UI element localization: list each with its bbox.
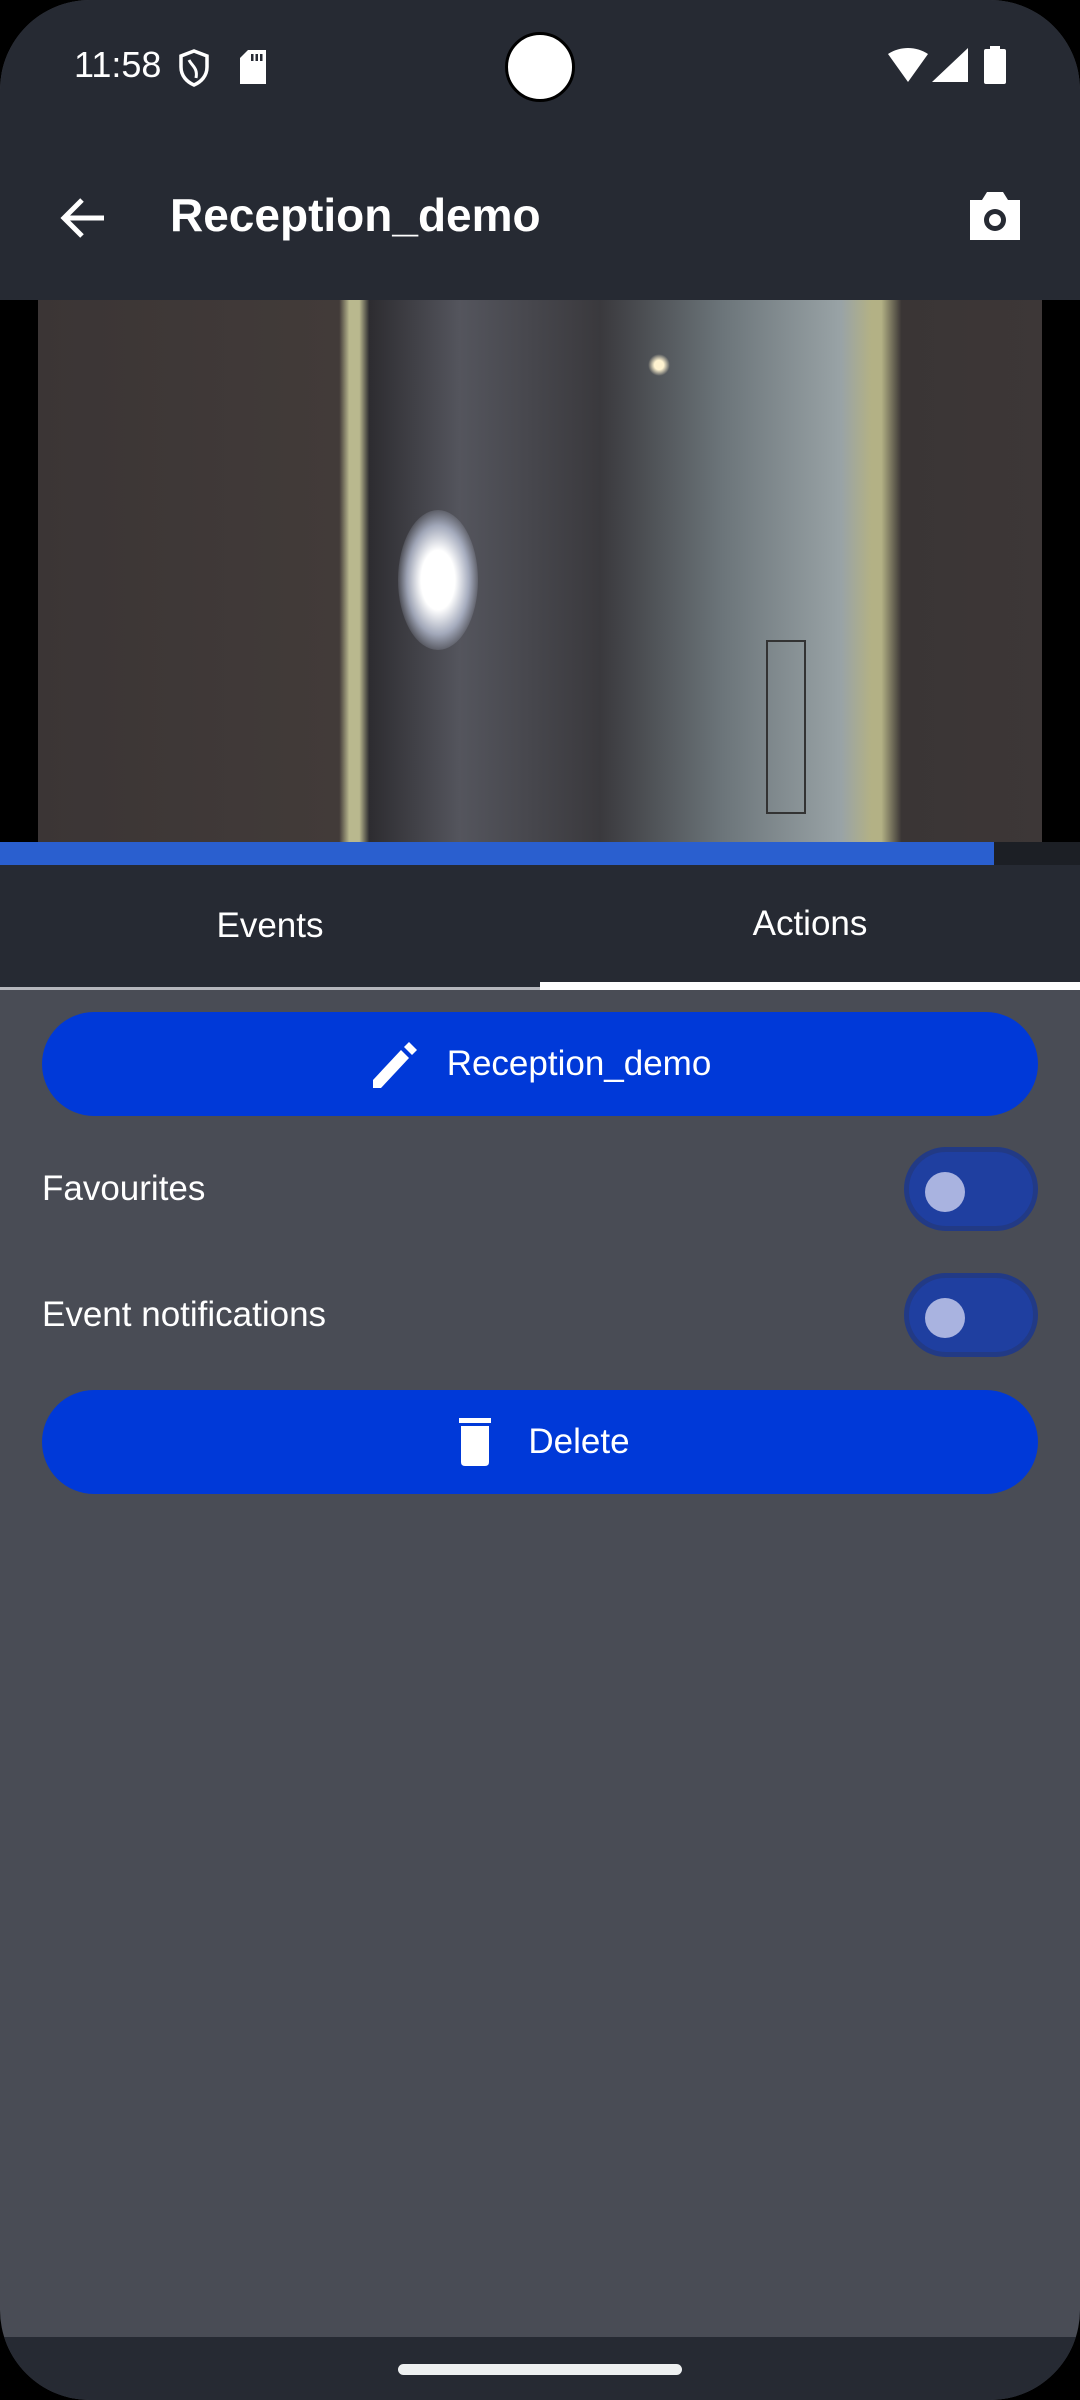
video-progress-bar[interactable]	[0, 842, 1080, 865]
tab-actions[interactable]: Actions	[540, 865, 1080, 990]
sd-card-icon	[240, 50, 266, 84]
tab-events[interactable]: Events	[0, 865, 540, 990]
delete-button-label: Delete	[528, 1422, 630, 1461]
event-notifications-label: Event notifications	[42, 1295, 327, 1334]
video-frame	[38, 300, 1042, 842]
status-bar: 11:58	[0, 0, 1080, 130]
event-notifications-toggle[interactable]	[904, 1273, 1038, 1357]
favourites-row: Favourites	[42, 1147, 1038, 1237]
rename-button-label: Reception_demo	[446, 1044, 712, 1083]
wifi-icon	[888, 48, 928, 82]
rename-button[interactable]: Reception_demo	[42, 1012, 1038, 1116]
toggle-knob	[925, 1298, 965, 1338]
video-door-panel	[766, 640, 806, 814]
camera-icon[interactable]	[966, 188, 1024, 244]
video-light-glare	[398, 510, 478, 650]
tab-bar: Events Actions	[0, 865, 1080, 990]
app-bar: Reception_demo	[0, 130, 1080, 300]
signal-icon	[932, 48, 968, 82]
home-gesture-handle[interactable]	[398, 2364, 682, 2375]
event-notifications-row: Event notifications	[42, 1273, 1038, 1363]
pencil-icon	[372, 1042, 417, 1088]
status-time: 11:58	[74, 44, 162, 85]
screen: 11:58 Reception_demo Events Actions Rece…	[0, 0, 1080, 2400]
favourites-label: Favourites	[42, 1169, 206, 1208]
vpn-shield-icon	[179, 49, 209, 87]
favourites-toggle[interactable]	[904, 1147, 1038, 1231]
trash-icon	[459, 1418, 492, 1466]
arrow-back-icon[interactable]	[56, 190, 112, 246]
video-player[interactable]	[0, 300, 1080, 842]
front-camera-cutout	[505, 32, 575, 102]
toggle-knob	[925, 1172, 965, 1212]
page-title: Reception_demo	[170, 189, 541, 241]
battery-icon	[984, 46, 1006, 84]
video-ceiling-light	[648, 354, 670, 376]
delete-button[interactable]: Delete	[42, 1390, 1038, 1494]
video-progress-fill	[0, 842, 994, 865]
